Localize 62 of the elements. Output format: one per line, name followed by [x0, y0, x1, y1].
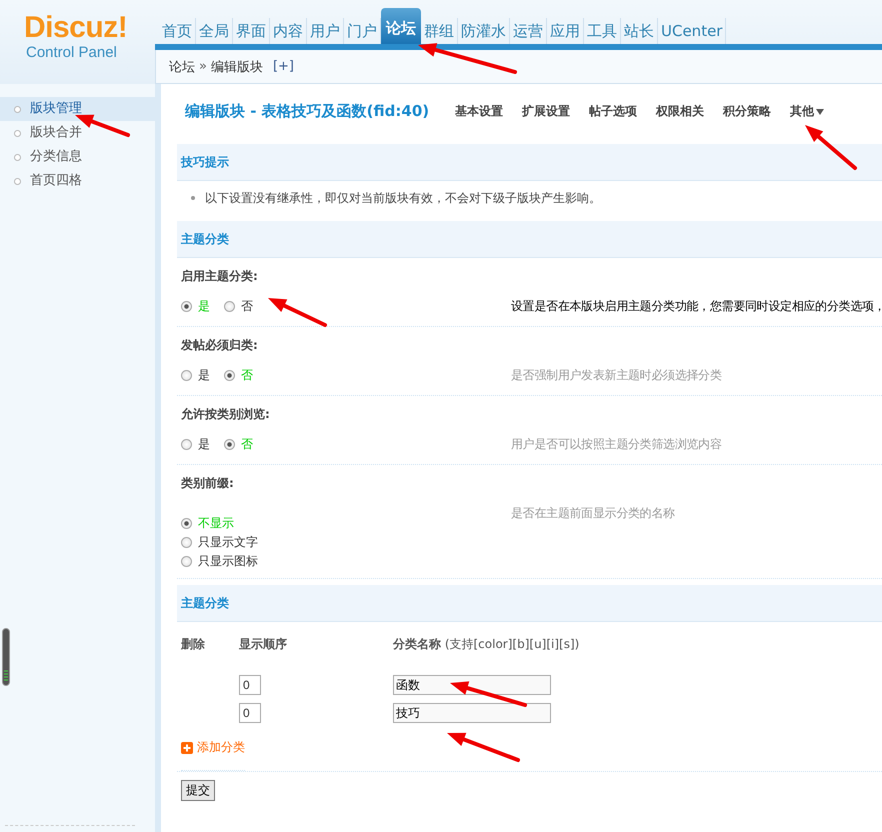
settings-tab[interactable]: 扩展设置 — [522, 102, 570, 120]
breadcrumb-separator: » — [199, 59, 207, 74]
radio-option[interactable]: 否 — [224, 298, 253, 314]
sidebar-item[interactable]: 版块管理 — [0, 97, 155, 121]
caret-icon — [816, 108, 824, 114]
radio-option[interactable]: 只显示图标 — [181, 553, 258, 570]
name-field[interactable]: 函数 — [393, 675, 551, 695]
radio-button[interactable] — [181, 300, 192, 312]
radio-button[interactable] — [181, 537, 192, 548]
setting-label: 类别前缀: — [181, 475, 235, 492]
annotation-arrow — [805, 125, 857, 170]
setting-description: 是否在主题前面显示分类的名称 — [511, 505, 675, 522]
name-field[interactable]: 技巧 — [393, 703, 551, 723]
scroll-indicator-icon — [2, 628, 10, 686]
section-header: 主题分类 — [177, 585, 882, 622]
bullet-icon — [14, 130, 21, 136]
radio-option[interactable]: 是 — [181, 436, 210, 452]
radio-option[interactable]: 只显示文字 — [181, 534, 258, 551]
section-header: 主题分类 — [177, 221, 882, 258]
settings-tab[interactable]: 基本设置 — [455, 102, 504, 120]
breadcrumb-item: 编辑版块 — [210, 58, 263, 76]
radio-button[interactable] — [224, 438, 235, 450]
bullet-icon — [14, 178, 21, 184]
radio-button[interactable] — [224, 370, 235, 380]
setting-description: 用户是否可以按照主题分类筛选浏览内容 — [511, 436, 722, 453]
settings-tab[interactable]: 权限相关 — [656, 102, 704, 120]
setting-label: 允许按类别浏览: — [181, 406, 271, 423]
order-field[interactable]: 0 — [239, 675, 261, 695]
tip-text: 以下设置没有继承性，即仅对当前版块有效，不会对下级子版块产生影响。 — [205, 190, 601, 206]
radio-button[interactable] — [181, 556, 192, 567]
bullet-icon — [14, 106, 21, 112]
page-title: 编辑版块 - 表格技巧及函数(fid:40) — [185, 102, 430, 120]
column-header: 分类名称 (支持[color][b][u][i][s]) — [393, 636, 580, 653]
logo-subtitle: Control Panel — [26, 44, 118, 61]
setting-description: 设置是否在本版块启用主题分类功能，您需要同时设定相应的分类选项， — [511, 298, 882, 315]
add-link[interactable]: [+] — [272, 59, 294, 74]
order-field[interactable]: 0 — [239, 703, 261, 723]
annotation-arrow — [268, 298, 327, 327]
logo-text: Discuz! — [24, 12, 128, 44]
section-header: 技巧提示 — [177, 144, 882, 181]
radio-button[interactable] — [181, 518, 192, 529]
more-tab[interactable]: 其他 — [790, 102, 824, 120]
sidebar-item[interactable]: 版块合并 — [0, 121, 155, 145]
setting-description: 是否强制用户发表新主题时必须选择分类 — [511, 367, 722, 384]
plus-icon — [181, 742, 193, 754]
breadcrumb-item: 论坛 — [169, 58, 195, 76]
radio-button[interactable] — [181, 438, 192, 450]
settings-tab[interactable]: 积分策略 — [723, 102, 772, 120]
settings-tab[interactable]: 帖子选项 — [589, 102, 638, 120]
radio-button[interactable] — [181, 370, 192, 380]
sidebar-item[interactable]: 分类信息 — [0, 145, 155, 169]
nav-tab[interactable]: 论坛 — [381, 8, 421, 44]
bullet-icon — [14, 154, 21, 160]
radio-button[interactable] — [224, 300, 235, 312]
submit-button[interactable]: 提交 — [181, 780, 215, 801]
setting-label: 发帖必须归类: — [181, 337, 259, 354]
column-header: 显示顺序 — [239, 636, 288, 653]
radio-option[interactable]: 是 — [181, 366, 210, 384]
column-header: 删除 — [181, 636, 206, 653]
bullet-icon — [191, 196, 195, 200]
setting-label: 启用主题分类: — [181, 268, 259, 285]
sidebar-item[interactable]: 首页四格 — [0, 169, 155, 193]
